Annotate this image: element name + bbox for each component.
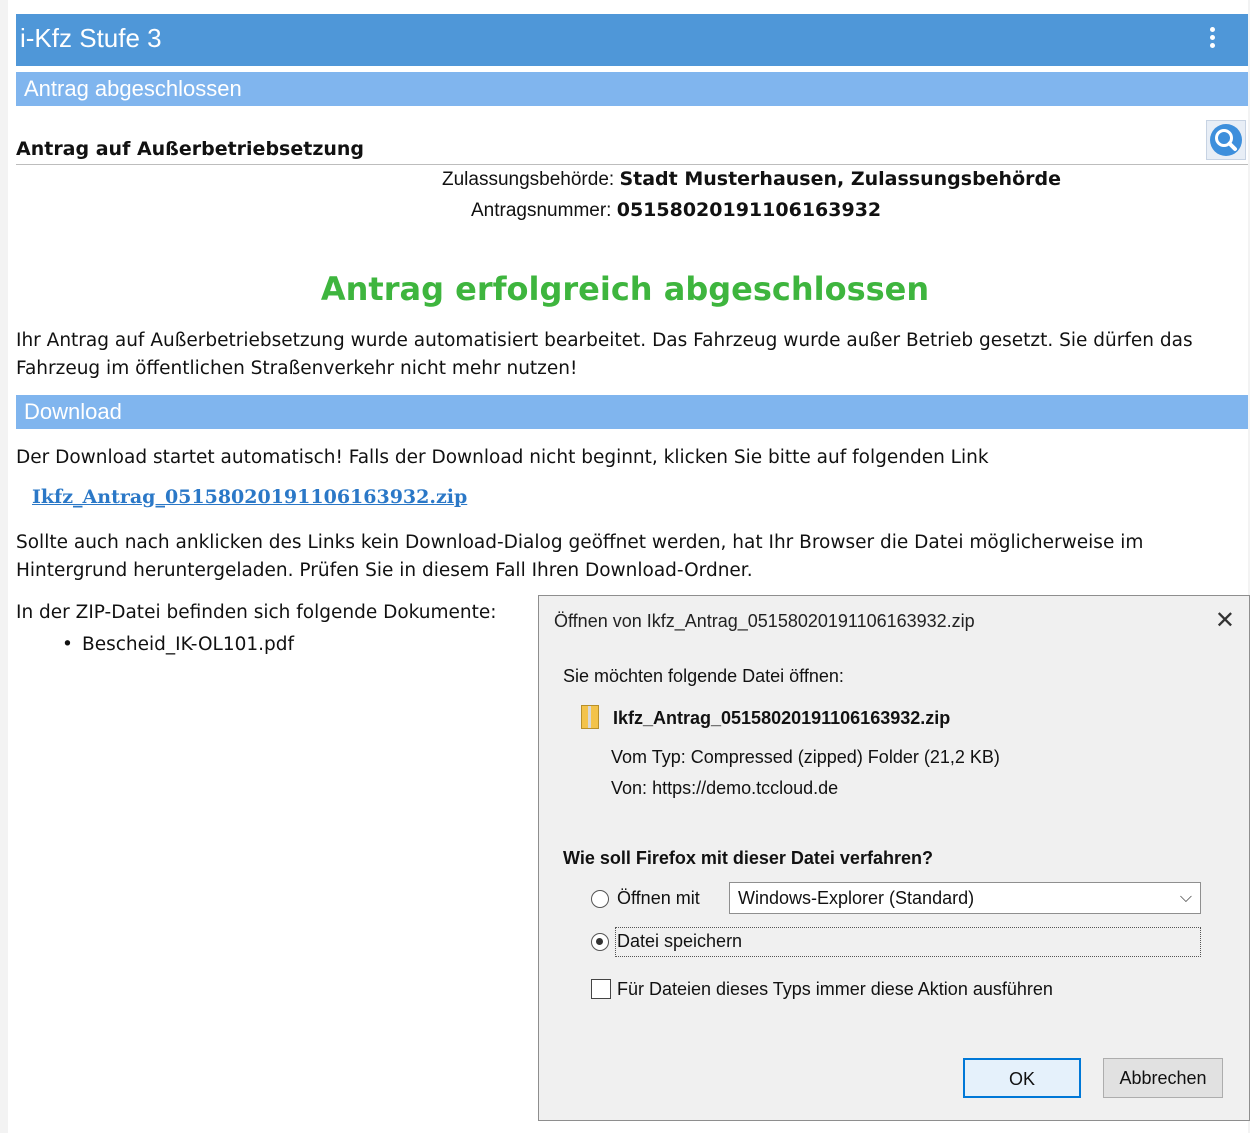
file-source-value: https://demo.tccloud.de [652,778,839,798]
page-heading: Antrag auf Außerbetriebsetzung [16,138,1248,165]
success-title: Antrag erfolgreich abgeschlossen [320,270,930,308]
open-with-selected: Windows-Explorer (Standard) [738,888,975,908]
download-dialog: Öffnen von Ikfz_Antrag_05158020191106163… [538,595,1250,1121]
application-number-line: Antragsnummer: 05158020191106163932 [471,199,881,222]
close-icon[interactable]: ✕ [1215,606,1235,635]
ok-button[interactable]: OK [963,1058,1081,1098]
dialog-filename: Ikfz_Antrag_05158020191106163932.zip [613,708,951,728]
cancel-button[interactable]: Abbrechen [1103,1058,1223,1098]
chevron-down-icon: ⌵ [1179,889,1192,906]
dialog-prompt: Sie möchten folgende Datei öffnen: [563,666,844,686]
success-text: Ihr Antrag auf Außerbetriebsetzung wurde… [16,330,1193,379]
list-item: Bescheid_IK-OL101.pdf [62,634,294,655]
action-question: Wie soll Firefox mit dieser Datei verfah… [563,848,933,868]
download-auto-text: Der Download startet automatisch! Falls … [16,447,989,468]
app-title: i-Kfz Stufe 3 [20,23,162,53]
download-hint-text: Sollte auch nach anklicken des Links kei… [16,532,1144,581]
file-source-row: Von: https://demo.tccloud.de [611,778,838,799]
more-menu-icon[interactable] [1210,27,1216,51]
dialog-title: Öffnen von Ikfz_Antrag_05158020191106163… [554,611,975,631]
authority-label: Zulassungsbehörde: [442,169,615,190]
always-do-this-checkbox[interactable] [591,979,611,999]
file-source-label: Von: [611,778,648,798]
file-type-label: Vom Typ: [611,747,686,767]
file-type-row: Vom Typ: Compressed (zipped) Folder (21,… [611,747,1000,768]
open-with-select[interactable]: Windows-Explorer (Standard) ⌵ [729,882,1201,914]
search-icon [1210,124,1242,156]
save-file-radio[interactable] [591,933,609,951]
download-link[interactable]: Ikfz_Antrag_05158020191106163932.zip [32,486,467,508]
download-section-bar: Download [16,395,1248,429]
open-with-radio[interactable] [591,890,609,908]
authority-value: Stadt Musterhausen, Zulassungsbehörde [619,168,1061,190]
open-with-label[interactable]: Öffnen mit [617,888,700,909]
authority-line: Zulassungsbehörde: Stadt Musterhausen, Z… [442,168,1061,191]
zip-file-icon [581,705,599,729]
always-do-this-label[interactable]: Für Dateien dieses Typs immer diese Akti… [617,979,1053,1000]
zip-item-name: Bescheid_IK-OL101.pdf [82,634,295,655]
application-number-label: Antragsnummer: [471,200,612,221]
file-type-value: Compressed (zipped) Folder (21,2 KB) [690,747,1000,767]
top-bar: i-Kfz Stufe 3 [16,14,1248,66]
save-file-label[interactable]: Datei speichern [617,931,742,952]
search-button[interactable] [1206,120,1246,160]
page: i-Kfz Stufe 3 Antrag abgeschlossen Antra… [0,0,1250,1133]
application-number-value: 05158020191106163932 [616,199,882,221]
left-frame [0,0,8,1133]
status-section-bar: Antrag abgeschlossen [16,72,1248,106]
